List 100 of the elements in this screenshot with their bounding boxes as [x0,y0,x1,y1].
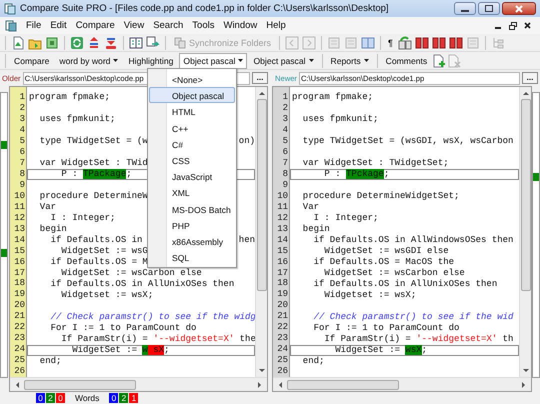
refresh-icon[interactable] [70,36,84,50]
menu-item[interactable]: Tools [192,20,214,31]
line-number: 3 [282,114,289,125]
line-number: 17 [276,268,289,278]
scrollbar[interactable] [273,377,531,391]
browse-button[interactable]: ... [252,72,268,84]
menu-item[interactable]: C++ [149,120,235,136]
code-line: if Defaults.OS in AllUnixOSes then [312,279,498,290]
status-label: Words [75,393,100,403]
dropdown-button[interactable]: Reports [326,52,373,68]
panes-icon[interactable] [398,36,412,50]
right-arrow-icon[interactable] [521,380,527,388]
line-number: 26 [276,366,289,378]
scrollbar[interactable] [255,87,267,377]
left-arrow-icon[interactable] [14,380,20,388]
down-arrow-icon[interactable] [522,368,530,374]
panes-icon[interactable] [361,36,376,50]
panes-icon[interactable] [448,36,463,50]
stack-down-icon[interactable] [104,36,118,50]
line-number: 21 [276,311,289,322]
menu-item[interactable]: CSS [149,152,235,168]
pilcrow-button[interactable]: ¶ [386,38,395,48]
count-badge: 0 [36,393,45,403]
toolbar-label: Compare [13,54,50,68]
menu-item[interactable]: Edit [50,20,67,31]
menu-item[interactable]: Window [223,20,258,31]
add-comment-icon[interactable] [433,54,446,68]
document-icon[interactable] [11,36,25,50]
diff-overview[interactable] [532,92,540,378]
browse-button[interactable]: ... [522,72,538,84]
code-line: uses fpmkunit; [302,114,378,125]
window-title: Compare Suite PRO - [Files code.pp and code1.pp in folder C:\Users\karlsson\Desktop] [20,3,389,14]
diff-overview[interactable] [0,92,8,378]
count-badge: 2 [46,393,55,403]
up-arrow-icon[interactable] [522,90,530,96]
code-line: P : TPckage; [290,169,519,180]
count-badge: 1 [129,393,138,403]
line-number: 20 [13,300,26,312]
menu-item[interactable]: PHP [149,216,235,233]
line-number: 12 [13,212,26,224]
line-number: 16 [13,256,26,268]
menu-item[interactable]: <None> [149,71,235,88]
line-number: 22 [276,322,289,334]
maximize-button[interactable] [478,2,500,15]
right-arrow-icon[interactable] [257,380,263,388]
down-arrow-icon[interactable] [258,368,266,374]
sync-icon [174,36,186,48]
panes-icon[interactable] [432,36,446,50]
line-number: 11 [13,202,26,213]
close-icon[interactable] [524,22,531,29]
code-line: WidgetSet := wsGDI else [323,246,449,257]
stack-up-icon[interactable] [87,36,101,50]
count-badge: 0 [109,393,118,403]
box-icon[interactable] [45,36,59,50]
line-number: 19 [276,289,289,300]
menu-item[interactable]: SQL [149,249,235,266]
menu-item[interactable]: Object pascal [149,87,235,104]
code-line: end; [302,356,324,367]
menu-item[interactable]: View [124,20,144,31]
panes-icon[interactable] [414,36,429,50]
line-number: 5 [282,136,289,147]
app-icon [4,2,16,14]
scrollbar[interactable] [10,377,267,391]
panes-icon[interactable] [129,36,143,50]
menu-item[interactable]: XML [149,184,235,200]
line-number: 14 [276,234,289,246]
menu-item[interactable]: Compare [76,20,115,31]
code-line: I : Integer; [50,213,116,224]
menu-item[interactable]: Search [153,20,184,31]
code-line: Widgetset := wsX; [323,290,416,301]
up-arrow-icon[interactable] [258,90,266,96]
line-number: 5 [18,136,26,147]
code-line: If ParamStr(i) = '--widgetset=X' the [60,334,255,345]
code-line: Widgetset := wsX; [60,290,154,301]
restore-icon[interactable] [509,22,517,30]
menu-item[interactable]: Help [266,20,286,31]
minimize-button[interactable] [454,2,476,15]
line-number: 14 [13,234,26,246]
line-number: 15 [276,246,289,257]
line-number: 25 [276,355,289,366]
code-line: var WidgetSet : TWidgetSet; [302,158,449,169]
code-line: hen [238,235,255,246]
close-icon [515,4,523,12]
code-line: type TWidgetSet = (wsGDI, wsX, wsCarbon [302,136,514,147]
menu-item[interactable]: MS-DOS Batch [149,200,235,217]
line-number: 3 [18,114,26,125]
dropdown-button[interactable]: word by word [55,52,122,68]
line-number: 2 [18,102,26,114]
menu-item[interactable]: HTML [149,103,235,120]
dropdown-button[interactable]: Object pascal [249,52,318,68]
dropdown-button[interactable]: Object pascal [179,52,248,68]
scrollbar[interactable] [519,87,531,377]
menu-item[interactable]: C# [149,136,235,152]
close-button[interactable] [502,2,536,15]
line-number: 23 [276,333,289,344]
swap-icon[interactable] [146,36,160,50]
menu-item[interactable]: x86Assembly [149,232,235,250]
left-arrow-icon[interactable] [277,380,283,388]
menu-item[interactable]: File [26,20,42,31]
menu-item[interactable]: JavaScript [149,168,235,184]
